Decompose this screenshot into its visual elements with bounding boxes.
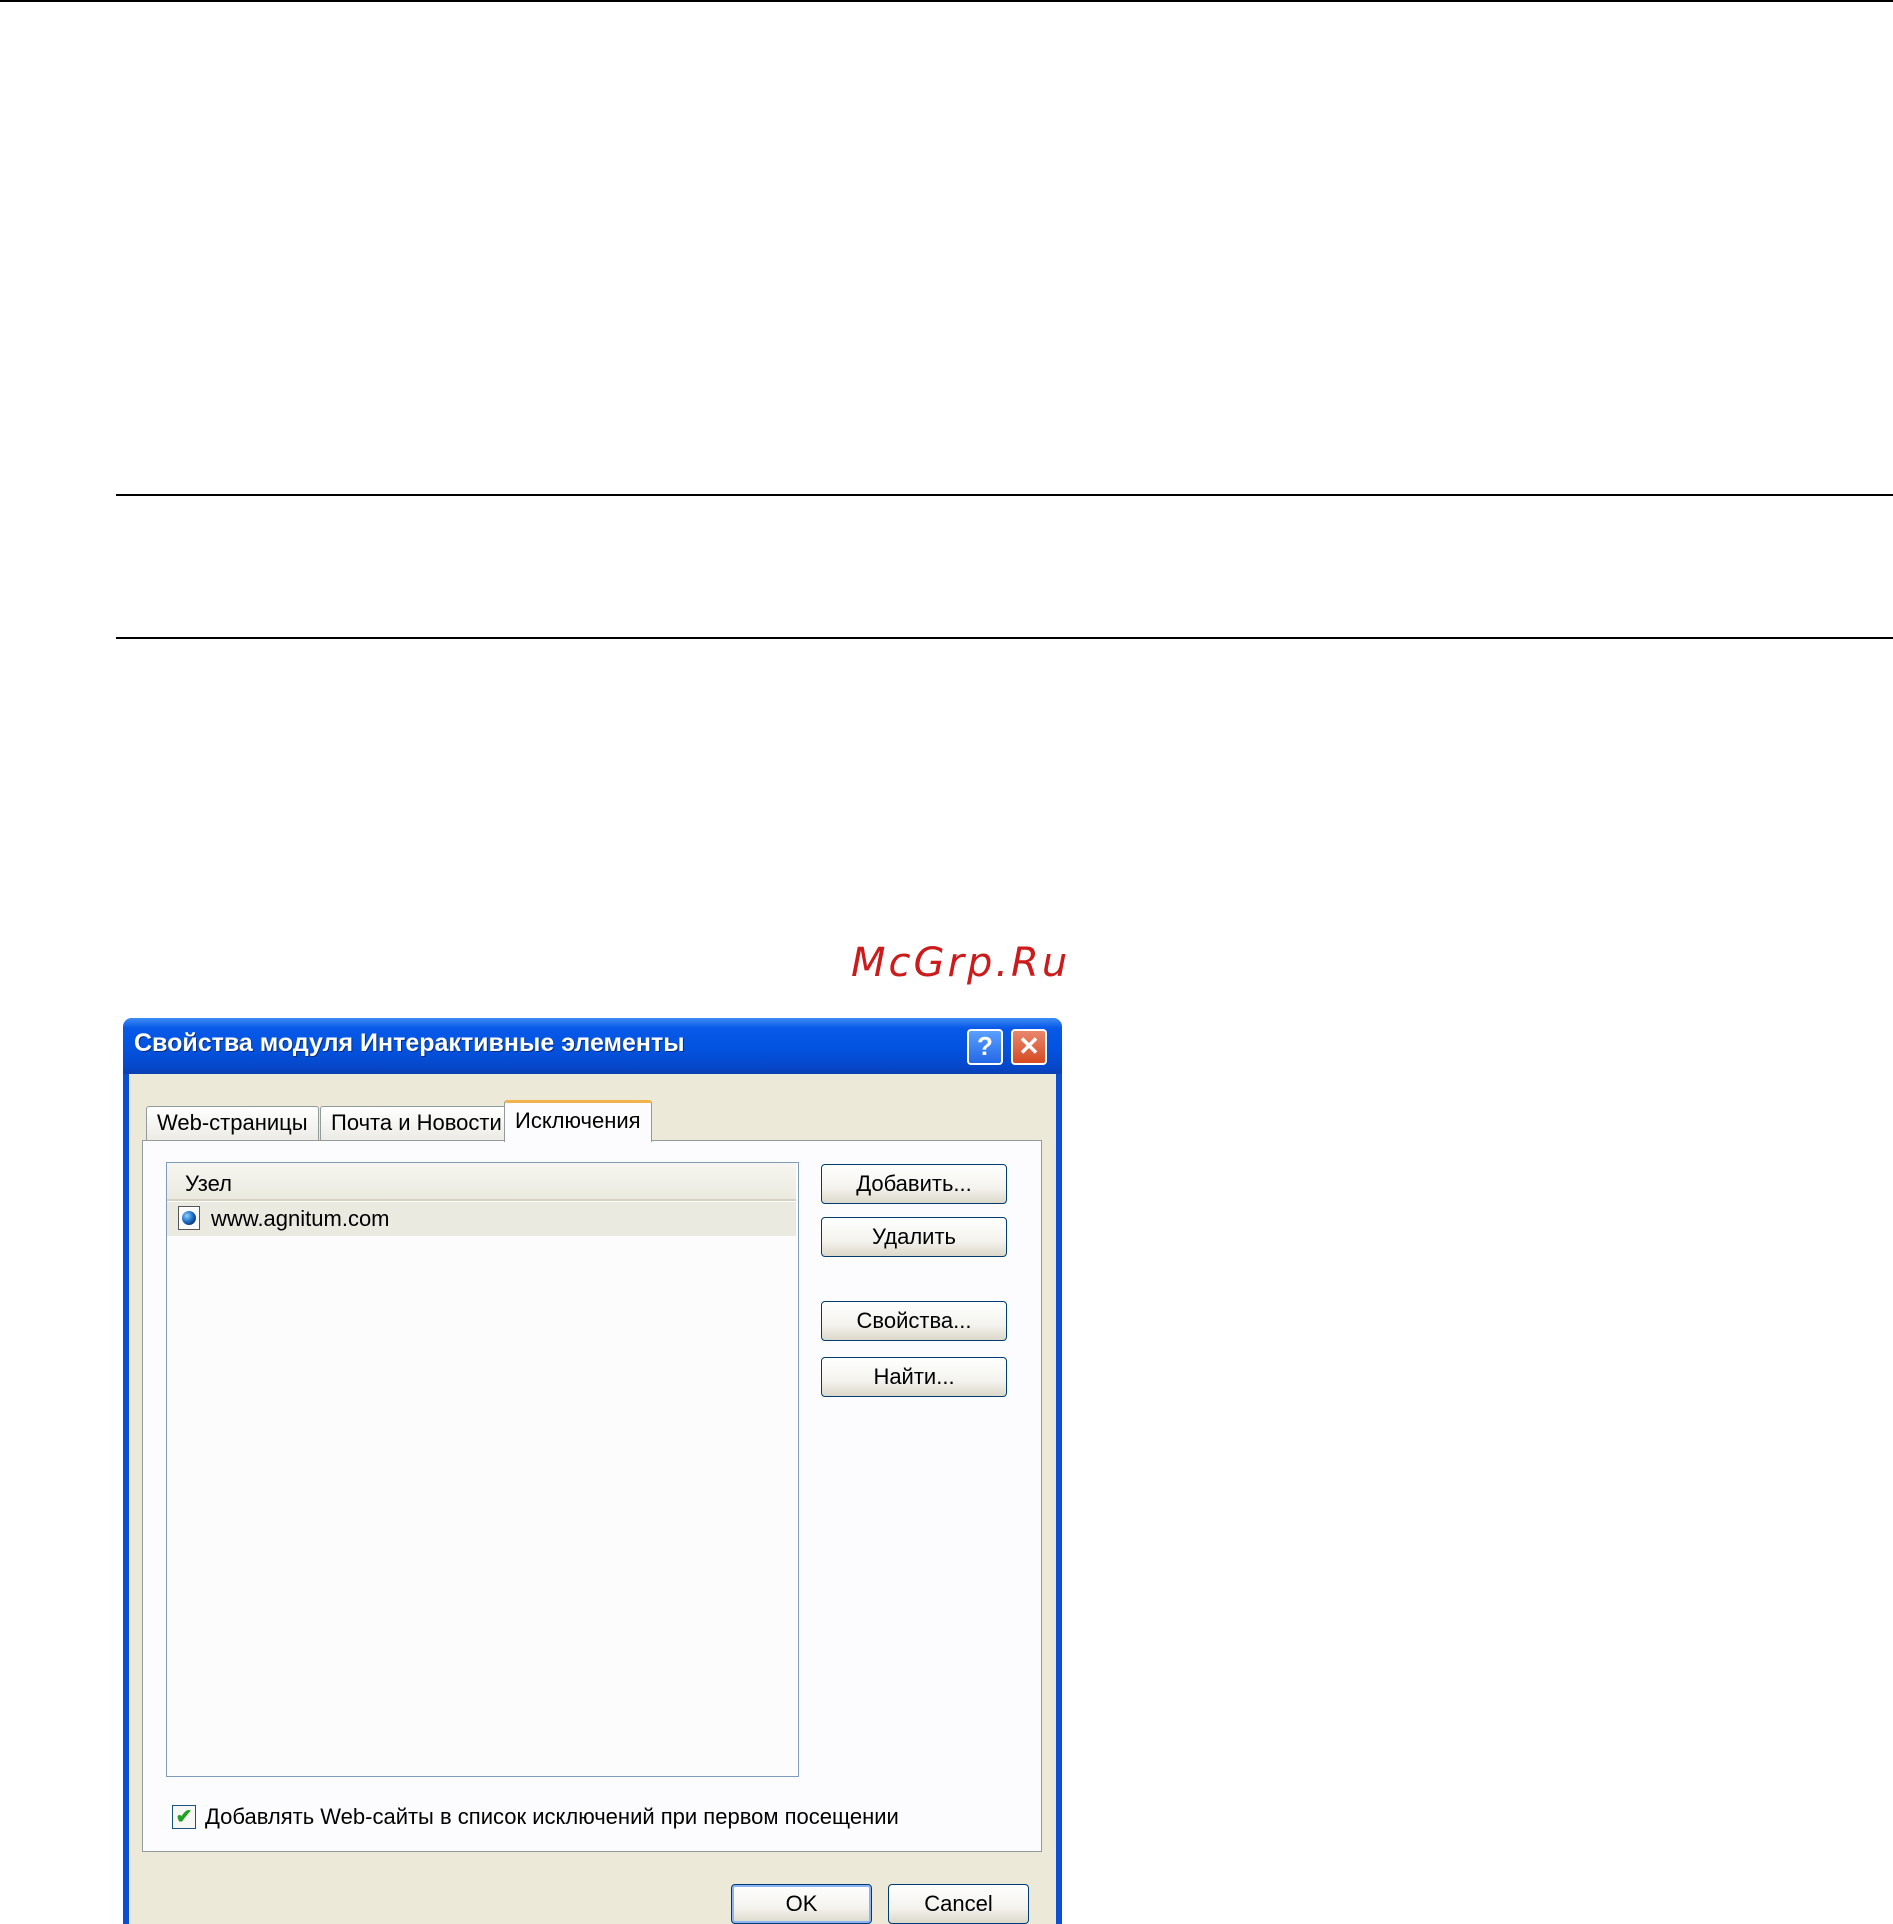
dialog-client-area: Web-страницы Почта и Новости Исключения … (129, 1074, 1056, 1924)
tab-web-pages[interactable]: Web-страницы (146, 1106, 319, 1140)
cancel-button[interactable]: Cancel (888, 1884, 1029, 1924)
tab-mail-news[interactable]: Почта и Новости (320, 1106, 513, 1140)
find-button[interactable]: Найти... (821, 1357, 1007, 1397)
globe-page-icon (178, 1206, 200, 1230)
column-header-host[interactable]: Узел (167, 1163, 796, 1201)
divider-rule (116, 637, 1893, 639)
help-button[interactable]: ? (967, 1029, 1003, 1065)
add-button[interactable]: Добавить... (821, 1164, 1007, 1204)
column-header-label: Узел (185, 1171, 232, 1196)
add-sites-checkbox-label[interactable]: Добавлять Web-сайты в список исключений … (205, 1804, 899, 1830)
divider-rule (116, 494, 1893, 496)
properties-button[interactable]: Свойства... (821, 1301, 1007, 1341)
tab-exceptions[interactable]: Исключения (504, 1100, 652, 1142)
watermark: McGrp.Ru (851, 940, 1071, 986)
list-item[interactable]: www.agnitum.com (167, 1202, 796, 1236)
close-icon: ✕ (1018, 1031, 1040, 1061)
add-sites-checkbox[interactable]: ✔ (172, 1805, 196, 1829)
exceptions-list[interactable]: Узел www.agnitum.com (166, 1162, 799, 1777)
question-icon: ? (977, 1031, 993, 1061)
list-item-label: www.agnitum.com (211, 1206, 390, 1231)
remove-button[interactable]: Удалить (821, 1217, 1007, 1257)
exceptions-panel: Узел www.agnitum.com Добавить... Удалить… (142, 1140, 1042, 1852)
top-rule (0, 0, 1893, 2)
close-button[interactable]: ✕ (1011, 1029, 1047, 1065)
dialog-title: Свойства модуля Интерактивные элементы (134, 1029, 685, 1057)
dialog-titlebar[interactable]: Свойства модуля Интерактивные элементы ?… (123, 1018, 1062, 1074)
properties-dialog: Свойства модуля Интерактивные элементы ?… (123, 1018, 1062, 1924)
ok-button[interactable]: OK (731, 1884, 872, 1924)
